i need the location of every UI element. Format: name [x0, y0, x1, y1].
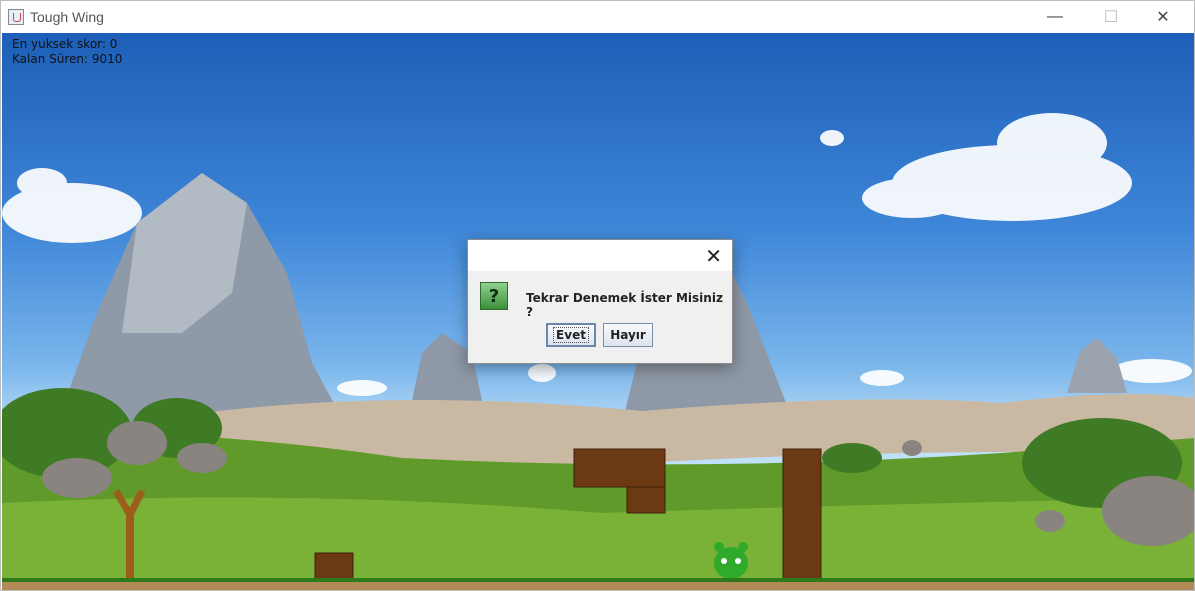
ground-line: [2, 578, 1194, 582]
question-mark-icon: ?: [480, 282, 508, 310]
dialog-title-bar[interactable]: ✕: [468, 240, 732, 271]
retry-dialog: ✕ ? Tekrar Denemek İster Misiniz ? Evet …: [467, 239, 733, 364]
maximize-button[interactable]: ☐: [1088, 1, 1134, 33]
title-bar[interactable]: Tough Wing — ☐ ✕: [1, 1, 1194, 33]
dirt-strip: [2, 582, 1194, 590]
no-button[interactable]: Hayır: [603, 323, 653, 347]
green-pig: [714, 542, 748, 579]
game-window: Tough Wing — ☐ ✕ En yuksek skor: 0 Kalan…: [0, 0, 1195, 591]
dialog-message: Tekrar Denemek İster Misiniz ?: [526, 291, 723, 319]
yes-button[interactable]: Evet: [546, 323, 596, 347]
yes-button-label: Evet: [553, 327, 589, 343]
minimize-button[interactable]: —: [1032, 1, 1078, 33]
close-icon[interactable]: ✕: [705, 244, 722, 269]
time-left-label: Kalan Süren: 9010: [12, 52, 123, 66]
close-window-button[interactable]: ✕: [1140, 1, 1186, 33]
high-score-label: En yuksek skor: 0: [12, 37, 118, 51]
window-title: Tough Wing: [30, 9, 104, 25]
java-coffee-cup-icon: [8, 9, 24, 25]
